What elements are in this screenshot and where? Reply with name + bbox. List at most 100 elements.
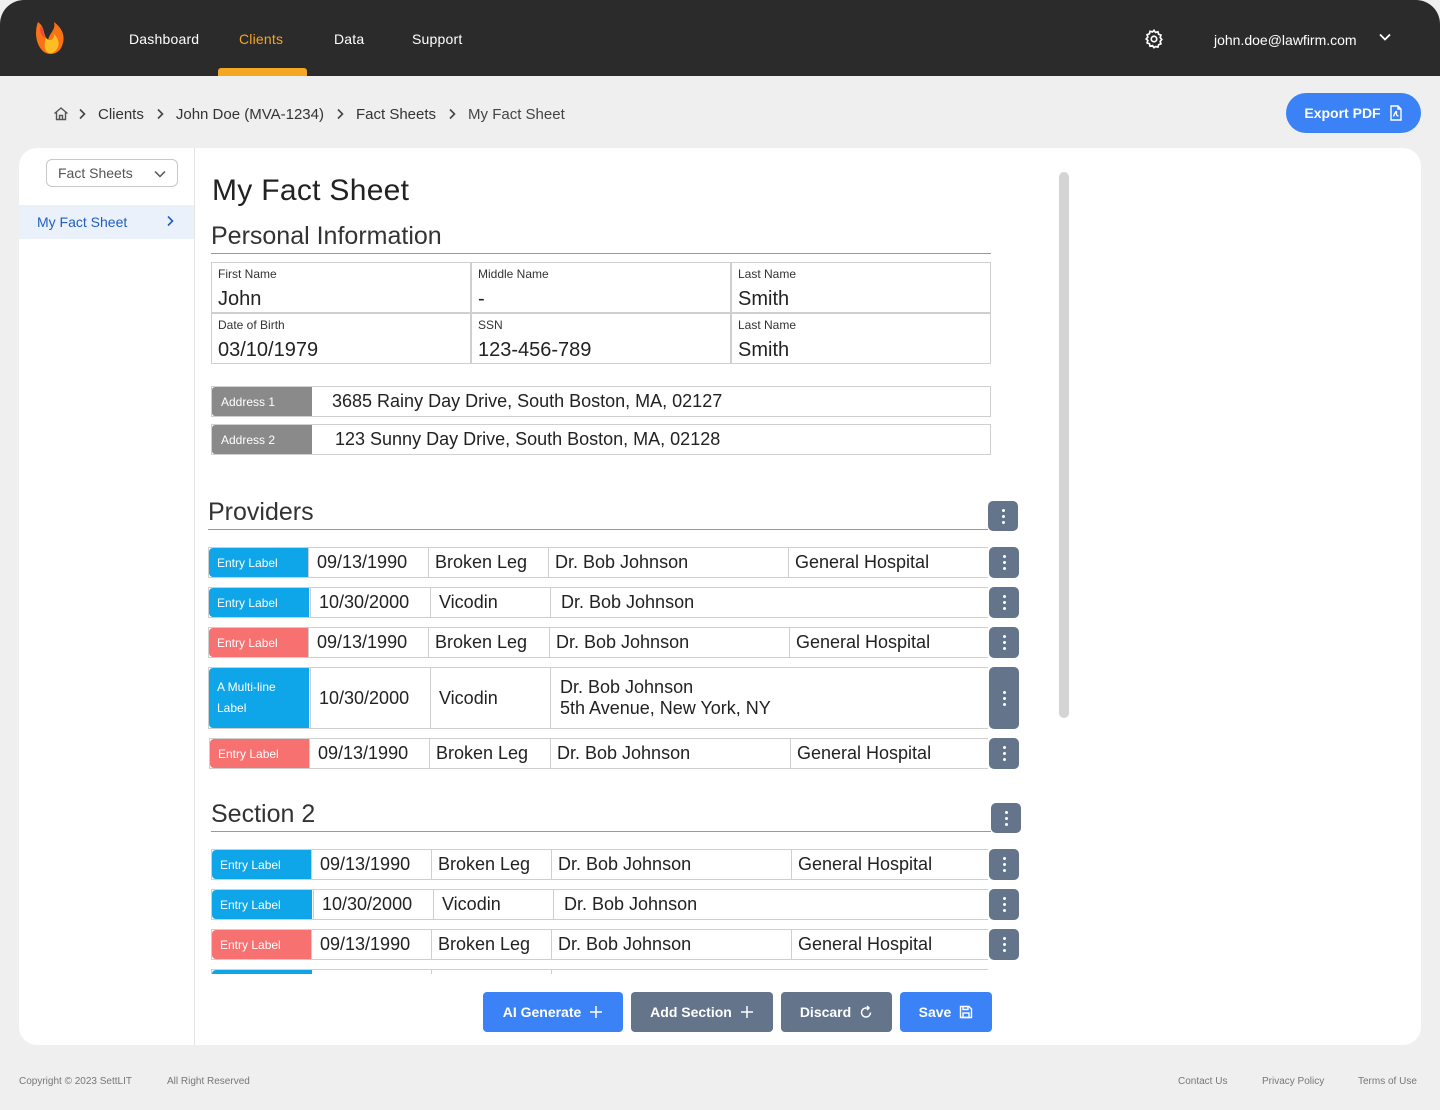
section-2-menu-button[interactable] [991,803,1021,833]
row-item: Broken Leg [431,930,551,959]
export-pdf-button[interactable]: Export PDF [1286,93,1421,133]
row-item: Vicodin [430,668,550,728]
scrollbar[interactable] [1059,172,1069,718]
user-email[interactable]: john.doe@lawfirm.com [1214,32,1357,48]
table-row[interactable]: Entry Label 09/13/1990 Broken Leg Dr. Bo… [211,849,1019,880]
chevron-down-icon[interactable] [1378,30,1392,44]
row-doctor: Dr. Bob Johnson [550,739,790,768]
row-doctor: Dr. Bob Johnson [548,548,788,577]
nav-support[interactable]: Support [412,31,462,47]
row-date: 09/13/1990 [311,930,431,959]
row-doctor: Dr. Bob Johnson [551,850,791,879]
table-row[interactable]: Entry Label 09/13/1990 Broken Leg Dr. Bo… [211,929,1019,960]
row-date: 10/30/2000 [310,588,430,617]
sidebar: Fact Sheets My Fact Sheet [19,148,195,1045]
entry-label-tag: A Multi-line Label [209,668,309,728]
field-value: 123-456-789 [478,339,592,361]
pdf-file-icon [1389,105,1402,121]
nav-clients[interactable]: Clients [239,31,283,47]
nav-dashboard[interactable]: Dashboard [129,31,199,47]
row-doctor: Dr. Bob Johnson [551,930,791,959]
sidebar-item-my-fact-sheet[interactable]: My Fact Sheet [19,205,194,239]
select-value: Fact Sheets [58,165,133,181]
row-doctor: Dr. Bob Johnson [553,890,988,919]
row-date: 09/13/1990 [308,628,428,657]
row-date: 09/13/1990 [308,548,428,577]
field-value: John [218,288,262,310]
providers-menu-button[interactable] [988,501,1018,531]
entry-label-tag: Entry Label [212,930,312,959]
field-last-name[interactable]: Last Name Smith [731,262,991,313]
row-place: General Hospital [789,628,988,657]
row-menu-button[interactable] [989,849,1019,880]
row-menu-button[interactable] [989,929,1019,960]
nav-active-indicator [218,68,307,76]
chevron-down-icon [154,170,166,178]
row-menu-button[interactable] [989,627,1019,658]
row-date: 09/13/1990 [311,850,431,879]
field-ssn[interactable]: SSN 123-456-789 [471,313,731,364]
field-label: First Name [218,267,277,281]
home-icon[interactable] [52,105,70,123]
chevron-right-icon [167,215,174,227]
breadcrumb-fact-sheets[interactable]: Fact Sheets [352,106,440,123]
section-title-providers: Providers [208,498,314,526]
address-value: 123 Sunny Day Drive, South Boston, MA, 0… [335,429,721,449]
save-icon [960,1005,973,1019]
breadcrumb-clients[interactable]: Clients [94,106,148,123]
top-nav: Dashboard Clients Data Support john.doe@… [0,0,1440,76]
table-row[interactable]: Entry Label 09/13/1990 Broken Leg Dr. Bo… [208,627,1019,658]
address-1-field[interactable]: Address 1 3685 Rainy Day Drive, South Bo… [211,386,991,417]
field-last-name-2[interactable]: Last Name Smith [731,313,991,364]
chevron-right-icon [440,108,464,120]
fact-sheets-select[interactable]: Fact Sheets [46,159,178,187]
entry-label-tag: Entry Label [212,890,312,919]
table-row[interactable]: Entry Label 09/13/1990 Broken Leg Dr. Bo… [208,547,1019,578]
row-item: Broken Leg [431,850,551,879]
row-date: 10/30/2000 [310,668,430,728]
brand-logo-icon[interactable] [32,18,70,58]
breadcrumb-client[interactable]: John Doe (MVA-1234) [172,106,328,123]
nav-data[interactable]: Data [334,31,364,47]
row-place: General Hospital [788,548,988,577]
discard-button[interactable]: Discard [781,992,892,1032]
section-title-section-2: Section 2 [211,800,316,828]
gear-icon[interactable] [1143,28,1165,50]
row-place: General Hospital [791,930,988,959]
save-button[interactable]: Save [900,992,992,1032]
row-menu-button[interactable] [989,667,1019,729]
row-date: 10/30/2000 [313,890,433,919]
field-label: SSN [478,318,503,332]
footer-contact-link[interactable]: Contact Us [1178,1076,1227,1087]
row-menu-button[interactable] [989,587,1019,618]
footer-privacy-link[interactable]: Privacy Policy [1262,1076,1324,1087]
row-doctor: Dr. Bob Johnson [560,677,694,697]
footer-terms-link[interactable]: Terms of Use [1358,1076,1417,1087]
ai-generate-button[interactable]: AI Generate [483,992,623,1032]
address-2-field[interactable]: Address 2 123 Sunny Day Drive, South Bos… [211,424,991,455]
table-row[interactable]: Entry Label 09/13/1990 Broken Leg Dr. Bo… [209,738,1019,769]
refresh-icon [860,1005,872,1018]
row-menu-button[interactable] [989,889,1019,920]
row-place: General Hospital [791,850,988,879]
table-row[interactable]: Entry Label 10/30/2000 Vicodin Dr. Bob J… [208,587,1019,618]
table-row[interactable]: Entry Label 10/30/2000 Vicodin Dr. Bob J… [211,889,1019,920]
row-menu-button[interactable] [989,738,1019,769]
entry-label-tag: Entry Label [212,850,312,879]
field-label: Last Name [738,318,797,332]
row-menu-button[interactable] [989,547,1019,578]
entry-label-tag: Entry Label [209,548,309,577]
field-value: Smith [738,288,790,310]
ai-generate-label: AI Generate [502,1004,582,1020]
plus-icon [590,1006,603,1018]
field-label: Last Name [738,267,797,281]
row-place: General Hospital [790,739,988,768]
table-row[interactable]: A Multi-line Label 10/30/2000 Vicodin Dr… [208,667,1019,729]
field-first-name[interactable]: First Name John [211,262,471,313]
field-date-of-birth[interactable]: Date of Birth 03/10/1979 [211,313,471,364]
field-middle-name[interactable]: Middle Name - [471,262,731,313]
add-section-button[interactable]: Add Section [631,992,773,1032]
row-doctor: Dr. Bob Johnson [549,628,789,657]
address-label: Address 1 [212,387,312,416]
section-divider [211,831,991,832]
